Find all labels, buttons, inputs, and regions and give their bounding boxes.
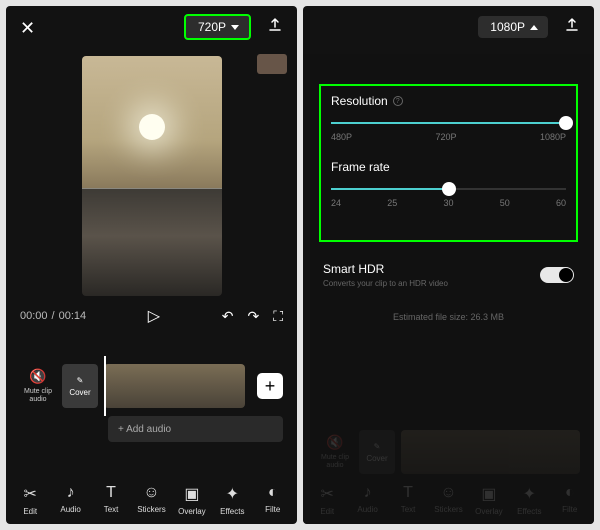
resolution-value: 1080P (490, 20, 525, 34)
play-button[interactable]: ▷ (148, 306, 160, 326)
timeline: 🔇 Mute clip audio ✎ Cover + + Add audio (6, 364, 297, 442)
info-icon[interactable]: ? (393, 96, 403, 106)
time-display: 00:00 / 00:14 (20, 310, 86, 322)
pencil-icon: ✎ (77, 376, 84, 385)
chevron-up-icon (530, 25, 538, 30)
tool-stickers: ☺Stickers (428, 484, 468, 516)
tool-audio: ♪Audio (347, 484, 387, 516)
tool-overlay[interactable]: ▣Overlay (172, 484, 212, 516)
estimated-size: Estimated file size: 26.3 MB (319, 312, 578, 322)
tool-audio[interactable]: ♪Audio (50, 484, 90, 516)
resolution-ticks: 480P720P1080P (331, 132, 566, 142)
add-clip-button[interactable]: + (257, 373, 283, 399)
video-preview[interactable] (82, 56, 222, 296)
close-icon[interactable]: ✕ (20, 18, 35, 39)
framerate-slider[interactable] (331, 188, 566, 190)
chevron-down-icon (231, 25, 239, 30)
resolution-value: 720P (198, 20, 226, 34)
mute-clip-button[interactable]: 🔇 Mute clip audio (20, 368, 56, 405)
tool-text: TText (388, 484, 428, 516)
editor-screen: ✕ 720P 00:00 / 00:14 ▷ ↶ ↷ ⛶ (6, 6, 297, 524)
export-settings-screen: 1080P Resolution ? 480P720P1080P Fram (303, 6, 594, 524)
add-audio-button[interactable]: + Add audio (108, 416, 283, 442)
export-icon[interactable] (267, 17, 283, 38)
undo-icon[interactable]: ↶ (222, 308, 234, 325)
bottom-toolbar: ✂Edit♪AudioTText☺Stickers▣Overlay✦Effect… (6, 484, 297, 516)
clip-thumbnail[interactable] (104, 364, 245, 408)
cover-button[interactable]: ✎ Cover (62, 364, 98, 408)
tool-effects[interactable]: ✦Effects (212, 484, 252, 516)
tool-overlay: ▣Overlay (469, 484, 509, 516)
framerate-ticks: 2425305060 (331, 198, 566, 208)
speaker-off-icon: 🔇 (20, 368, 56, 385)
export-icon[interactable] (564, 17, 580, 38)
redo-icon[interactable]: ↷ (247, 308, 259, 325)
preview-content (139, 114, 165, 140)
tool-filte[interactable]: ◐Filte (253, 484, 293, 516)
smart-hdr-row: Smart HDR Converts your clip to an HDR v… (319, 262, 578, 288)
resolution-button[interactable]: 720P (184, 14, 251, 40)
transport-bar: 00:00 / 00:14 ▷ ↶ ↷ ⛶ (6, 296, 297, 336)
tool-edit: ✂Edit (307, 484, 347, 516)
bottom-toolbar-dimmed: ✂Edit♪AudioTText☺Stickers▣Overlay✦Effect… (303, 484, 594, 516)
tool-effects: ✦Effects (509, 484, 549, 516)
header: ✕ 720P (6, 6, 297, 48)
tool-text[interactable]: TText (91, 484, 131, 516)
resolution-label: Resolution ? (331, 94, 566, 108)
header: 1080P (303, 6, 594, 48)
resolution-slider[interactable] (331, 122, 566, 124)
tool-edit[interactable]: ✂Edit (10, 484, 50, 516)
hdr-title: Smart HDR (323, 262, 448, 276)
highlighted-settings: Resolution ? 480P720P1080P Frame rate 24… (319, 84, 578, 242)
slider-thumb[interactable] (442, 182, 456, 196)
resolution-button[interactable]: 1080P (478, 16, 548, 38)
hdr-toggle[interactable] (540, 267, 574, 283)
tool-filte: ◐Filte (550, 484, 590, 516)
hdr-subtitle: Converts your clip to an HDR video (323, 279, 448, 288)
tool-stickers[interactable]: ☺Stickers (131, 484, 171, 516)
slider-thumb[interactable] (559, 116, 573, 130)
export-settings-panel: Resolution ? 480P720P1080P Frame rate 24… (303, 54, 594, 524)
playhead[interactable] (104, 356, 106, 416)
pro-badge[interactable] (257, 54, 287, 74)
framerate-label: Frame rate (331, 160, 566, 174)
fullscreen-icon[interactable]: ⛶ (273, 308, 283, 325)
